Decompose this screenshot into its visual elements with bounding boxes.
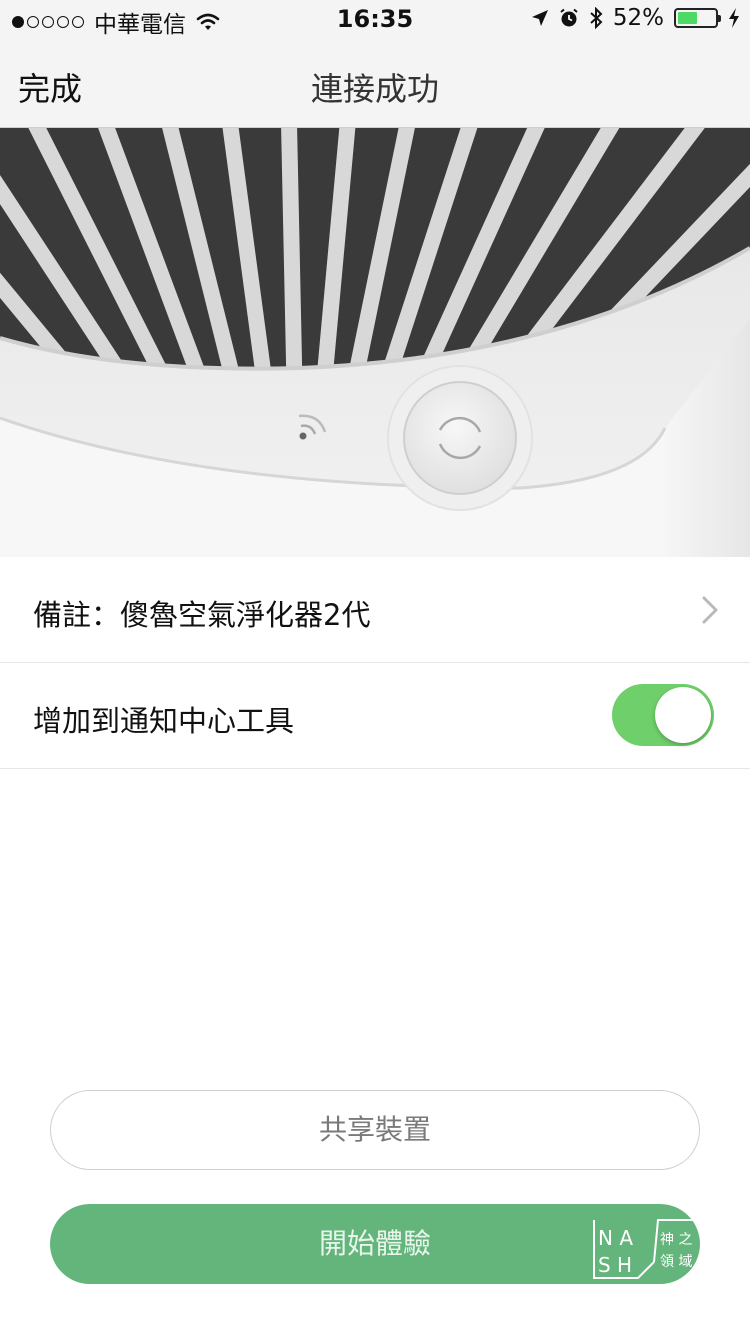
location-arrow-icon	[531, 10, 548, 26]
share-device-button[interactable]: 共享裝置	[50, 1090, 700, 1170]
start-experience-button[interactable]: 開始體驗 N A S H 神 之 領 域	[50, 1204, 700, 1284]
status-right: 52%	[531, 5, 740, 31]
battery-fill	[678, 12, 697, 24]
note-row[interactable]: 備註：傻魯空氣淨化器2代	[0, 557, 750, 663]
chevron-right-icon	[702, 596, 718, 624]
notification-widget-toggle[interactable]	[612, 684, 714, 746]
nav-bar: 完成 連接成功	[0, 40, 750, 128]
battery-percent: 52%	[612, 5, 664, 31]
air-purifier-image	[0, 128, 750, 557]
notification-widget-label: 增加到通知中心工具	[33, 704, 295, 738]
svg-text:S H: S H	[598, 1253, 632, 1277]
air-purifier-illustration	[0, 128, 750, 557]
start-experience-label: 開始體驗	[318, 1227, 431, 1260]
note-label: 備註：傻魯空氣淨化器2代	[33, 598, 371, 632]
bluetooth-icon	[590, 7, 603, 29]
notification-widget-row: 增加到通知中心工具	[0, 663, 750, 769]
nash-watermark-logo: N A S H 神 之 領 域	[593, 1219, 700, 1279]
page-title: 連接成功	[310, 70, 439, 108]
toggle-knob	[655, 687, 711, 743]
battery-icon	[674, 8, 721, 28]
alarm-icon	[560, 8, 578, 27]
svg-text:領 域: 領 域	[660, 1253, 692, 1270]
svg-text:N A: N A	[598, 1226, 633, 1250]
svg-text:神 之: 神 之	[660, 1232, 692, 1248]
status-bar: 中華電信 16:35 52%	[0, 0, 750, 40]
charging-bolt-icon	[729, 8, 739, 28]
